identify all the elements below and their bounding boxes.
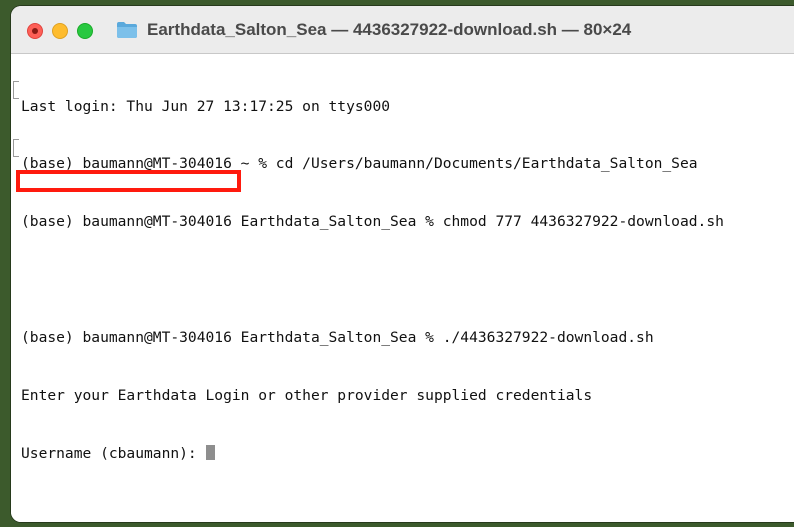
username-prompt: Username (cbaumann):: [21, 444, 206, 462]
window-title-group: Earthdata_Salton_Sea — 4436327922-downlo…: [116, 6, 631, 53]
annotation-highlight-box: [16, 170, 241, 192]
terminal-line: (base) baumann@MT-304016 Earthdata_Salto…: [21, 329, 654, 347]
window-title: Earthdata_Salton_Sea — 4436327922-downlo…: [147, 19, 632, 39]
minimize-button[interactable]: [52, 23, 68, 39]
maximize-button[interactable]: [77, 23, 93, 39]
close-button[interactable]: [27, 23, 43, 39]
text-cursor: [205, 444, 215, 460]
terminal-window: Earthdata_Salton_Sea — 4436327922-downlo…: [11, 6, 794, 522]
terminal-lines: Last login: Thu Jun 27 13:17:25 on ttys0…: [21, 58, 724, 502]
terminal-line: Enter your Earthdata Login or other prov…: [21, 387, 593, 405]
terminal-input-line[interactable]: Username (cbaumann):: [21, 444, 724, 463]
terminal-output[interactable]: Last login: Thu Jun 27 13:17:25 on ttys0…: [11, 54, 794, 522]
terminal-line: (base) baumann@MT-304016 Earthdata_Salto…: [21, 213, 724, 231]
title-bar[interactable]: Earthdata_Salton_Sea — 4436327922-downlo…: [11, 6, 794, 54]
mark-bracket: [13, 139, 19, 157]
terminal-line: Last login: Thu Jun 27 13:17:25 on ttys0…: [21, 97, 391, 115]
mark-bracket: [13, 81, 19, 99]
folder-icon: [117, 21, 137, 38]
